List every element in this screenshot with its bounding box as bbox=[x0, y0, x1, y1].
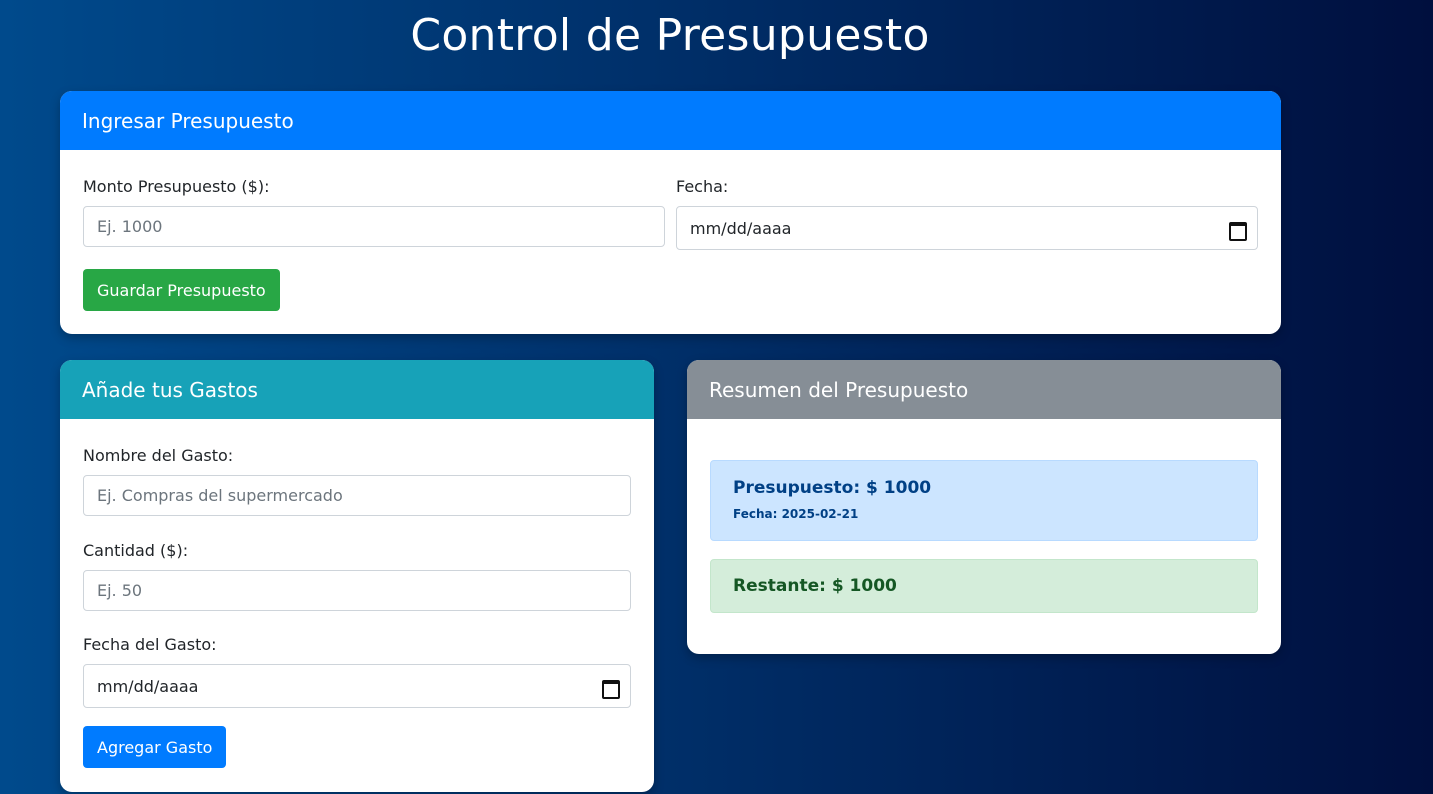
expenses-card-title: Añade tus Gastos bbox=[82, 377, 258, 402]
save-budget-button[interactable]: Guardar Presupuesto bbox=[83, 269, 280, 311]
expense-name-input[interactable]: Ej. Compras del supermercado bbox=[83, 475, 631, 516]
budget-date-text: Fecha: 2025-02-21 bbox=[733, 507, 859, 521]
expenses-card-header: Añade tus Gastos bbox=[60, 360, 654, 419]
budget-date-label: Fecha: bbox=[676, 177, 729, 196]
budget-date-value: mm/dd/aaaa bbox=[690, 218, 792, 238]
budget-amount-input[interactable]: Ej. 1000 bbox=[83, 206, 665, 247]
expense-date-value: mm/dd/aaaa bbox=[97, 676, 199, 696]
expense-name-placeholder: Ej. Compras del supermercado bbox=[97, 486, 343, 505]
summary-card-title: Resumen del Presupuesto bbox=[709, 377, 969, 402]
add-expense-button[interactable]: Agregar Gasto bbox=[83, 726, 227, 768]
budget-amount-text: Presupuesto: $ 1000 bbox=[733, 478, 932, 498]
calendar-icon[interactable] bbox=[601, 678, 620, 699]
calendar-icon[interactable] bbox=[1228, 220, 1247, 241]
expense-amount-label: Cantidad ($): bbox=[83, 541, 189, 560]
budget-date-input[interactable]: mm/dd/aaaa bbox=[676, 206, 1258, 250]
page-title: Control de Presupuesto bbox=[410, 10, 930, 61]
budget-card-header: Ingresar Presupuesto bbox=[60, 91, 1281, 150]
budget-info-alert: Presupuesto: $ 1000 Fecha: 2025-02-21 bbox=[710, 460, 1258, 541]
budget-amount-placeholder: Ej. 1000 bbox=[97, 217, 163, 236]
summary-card: Resumen del Presupuesto Presupuesto: $ 1… bbox=[687, 360, 1281, 654]
expense-date-label: Fecha del Gasto: bbox=[83, 635, 217, 654]
summary-card-header: Resumen del Presupuesto bbox=[687, 360, 1281, 419]
budget-card: Ingresar Presupuesto Monto Presupuesto (… bbox=[60, 91, 1281, 334]
expense-name-label: Nombre del Gasto: bbox=[83, 446, 234, 465]
budget-card-title: Ingresar Presupuesto bbox=[82, 108, 294, 133]
expenses-card: Añade tus Gastos Nombre del Gasto: Ej. C… bbox=[60, 360, 654, 792]
remaining-text: Restante: $ 1000 bbox=[733, 576, 897, 596]
budget-amount-label: Monto Presupuesto ($): bbox=[83, 177, 270, 196]
expense-amount-input[interactable]: Ej. 50 bbox=[83, 570, 631, 611]
expense-date-input[interactable]: mm/dd/aaaa bbox=[83, 664, 631, 708]
expense-amount-placeholder: Ej. 50 bbox=[97, 581, 143, 600]
remaining-alert: Restante: $ 1000 bbox=[710, 559, 1258, 613]
